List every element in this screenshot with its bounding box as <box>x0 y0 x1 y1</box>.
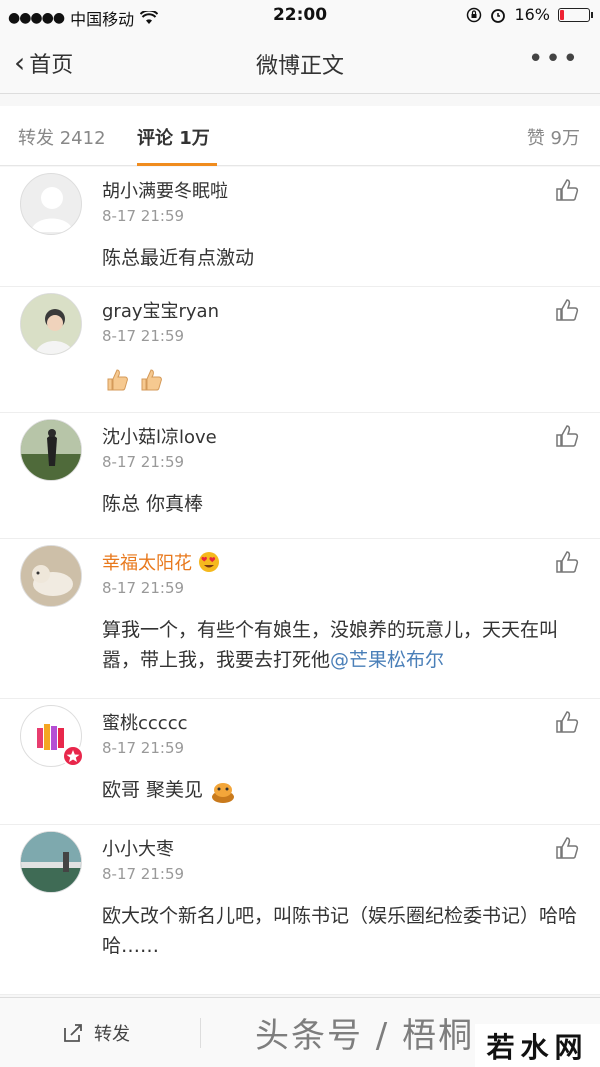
repost-button[interactable]: 转发 <box>62 1020 130 1046</box>
battery-icon <box>558 7 593 22</box>
comment-text: 陈总最近有点激动 <box>102 247 255 269</box>
bottom-toolbar: 转发 头条号 / 梧桐 若水网 <box>0 997 600 1067</box>
like-icon[interactable] <box>554 549 580 575</box>
avatar[interactable] <box>20 831 82 893</box>
like-icon[interactable] <box>554 177 580 203</box>
avatar[interactable] <box>20 545 82 607</box>
comment-time: 8-17 21:59 <box>102 739 185 757</box>
avatar[interactable] <box>20 419 82 481</box>
comment-item: 沈小菇l凉love 8-17 21:59 陈总 你真棒 <box>0 413 600 539</box>
avatar[interactable] <box>20 293 82 355</box>
comment-time: 8-17 21:59 <box>102 453 185 471</box>
comment-item: gray宝宝ryan 8-17 21:59 <box>0 287 600 413</box>
cake-emoji-icon <box>212 782 235 803</box>
thumbs-up-emoji-icon <box>107 368 128 390</box>
comment-item: 胡小满要冬眠啦 8-17 21:59 陈总最近有点激动 <box>0 167 600 287</box>
comment-text: 陈总 你真棒 <box>102 493 204 515</box>
comment-item: 小小大枣 8-17 21:59 欧大改个新名儿吧，叫陈书记（娱乐圈纪检委书记）哈… <box>0 825 600 995</box>
like-icon[interactable] <box>554 297 580 323</box>
repost-label: 转发 <box>94 1024 130 1045</box>
tab-comment[interactable]: 评论 1万 <box>137 124 210 150</box>
tab-bar: 转发 2412 评论 1万 赞 9万 <box>0 106 600 166</box>
tab-repost[interactable]: 转发 2412 <box>18 124 106 150</box>
comment-time: 8-17 21:59 <box>102 207 185 225</box>
battery-percent: 16% <box>514 5 550 24</box>
thumbs-up-emoji-icon <box>141 368 162 390</box>
status-bar: ●●●●● 中国移动 22:00 16% <box>0 0 600 32</box>
username[interactable]: gray宝宝ryan <box>102 297 219 323</box>
divider <box>200 1018 201 1048</box>
comment-text: 欧大改个新名儿吧，叫陈书记（娱乐圈纪检委书记）哈哈哈…… <box>102 905 578 957</box>
heart-eyes-emoji-icon <box>198 552 219 572</box>
comment-item: 幸福太阳花 8-17 21:59 算我一个，有些个有娘生，没娘养的玩意儿，天天在… <box>0 539 600 699</box>
like-icon[interactable] <box>554 423 580 449</box>
comment-text: 欧哥 聚美见 <box>102 775 580 805</box>
comment-list: 胡小满要冬眠啦 8-17 21:59 陈总最近有点激动 gray宝宝ryan 8… <box>0 167 600 995</box>
comment-item: 蜜桃ccccc 8-17 21:59 欧哥 聚美见 <box>0 699 600 825</box>
username[interactable]: 蜜桃ccccc <box>102 709 187 735</box>
username[interactable]: 胡小满要冬眠啦 <box>102 177 228 203</box>
vip-badge-icon <box>62 745 84 767</box>
more-icon[interactable]: ••• <box>528 44 580 74</box>
page-title: 微博正文 <box>255 54 344 79</box>
like-icon[interactable] <box>554 835 580 861</box>
username[interactable]: 沈小菇l凉love <box>102 423 217 449</box>
tab-like[interactable]: 赞 9万 <box>527 124 580 150</box>
share-icon <box>64 1024 82 1042</box>
username[interactable]: 小小大枣 <box>102 835 174 861</box>
avatar[interactable] <box>20 173 82 235</box>
comment-time: 8-17 21:59 <box>102 579 185 597</box>
watermark: 头条号 / 梧桐 <box>255 1016 475 1056</box>
comment-time: 8-17 21:59 <box>102 327 185 345</box>
nav-bar: ‹ 首页 微博正文 ••• <box>0 32 600 94</box>
like-icon[interactable] <box>554 709 580 735</box>
comment-text <box>102 363 580 393</box>
rotation-lock-icon <box>467 7 482 22</box>
mention-link[interactable]: @芒果松布尔 <box>330 649 444 671</box>
site-logo: 若水网 <box>475 1024 600 1067</box>
comment-time: 8-17 21:59 <box>102 865 185 883</box>
comment-text: 算我一个，有些个有娘生，没娘养的玩意儿，天天在叫嚣，带上我，我要去打死他@芒果松… <box>102 619 559 671</box>
alarm-icon <box>491 8 506 23</box>
username[interactable]: 幸福太阳花 <box>102 549 220 575</box>
active-tab-indicator <box>137 163 217 166</box>
